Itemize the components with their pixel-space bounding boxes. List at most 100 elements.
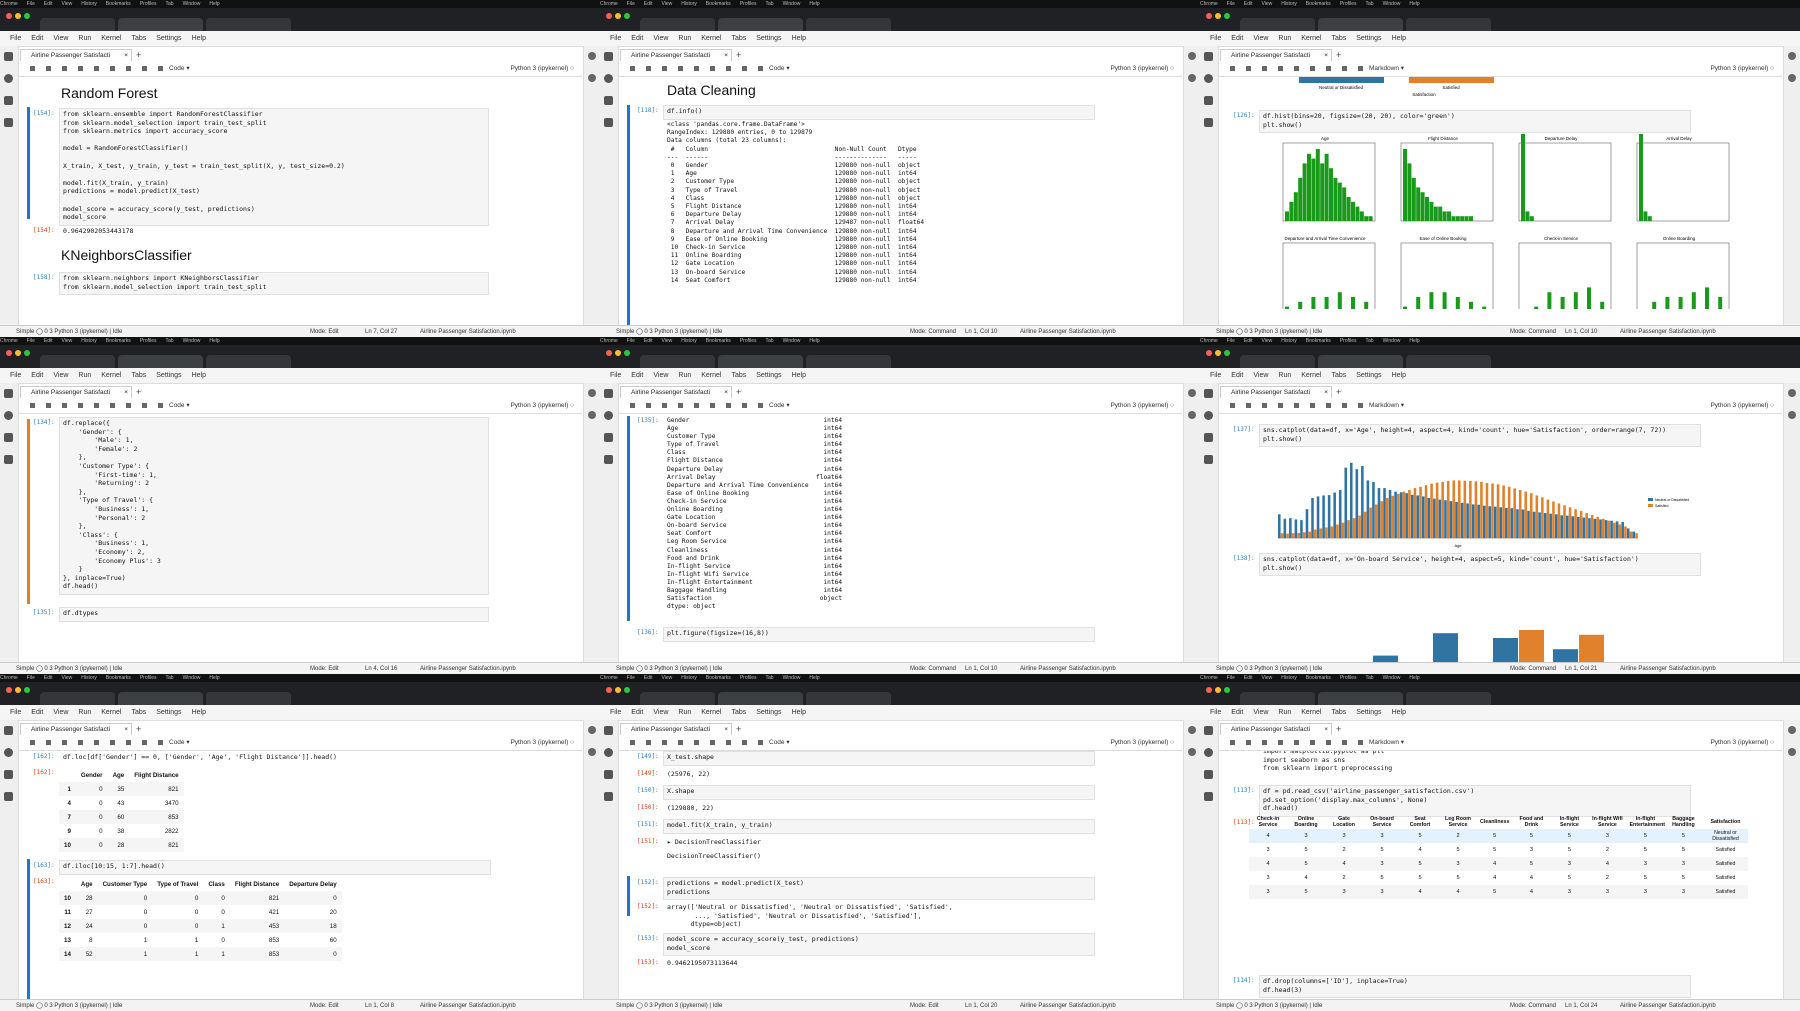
mac-menu-item[interactable]: Edit (644, 675, 653, 681)
mac-menu-item[interactable]: Bookmarks (106, 1, 131, 7)
toc-icon[interactable] (1204, 770, 1213, 779)
toc-icon[interactable] (4, 770, 13, 779)
cut-icon[interactable] (62, 739, 67, 745)
minimize-window-icon[interactable] (15, 350, 21, 356)
code-line[interactable]: model.fit(X_train, y_train) (667, 821, 773, 830)
close-tab-icon[interactable]: × (124, 724, 128, 735)
toc-icon[interactable] (604, 433, 613, 442)
mac-menu-item[interactable]: Tab (166, 675, 174, 681)
new-tab-plus-icon[interactable]: + (1336, 386, 1341, 398)
menu-item[interactable]: Run (78, 372, 91, 379)
fast-forward-icon[interactable] (758, 65, 763, 71)
browser-tab[interactable] (1406, 355, 1491, 368)
mac-menu-item[interactable]: Chrome (0, 675, 18, 681)
mac-menu-item[interactable]: History (681, 1, 697, 7)
kernel-name[interactable]: Python 3 (ipykernel) ○ (1110, 736, 1174, 750)
code-cell-editor[interactable] (663, 785, 1095, 800)
close-window-icon[interactable] (606, 350, 612, 356)
folder-icon[interactable] (604, 52, 613, 61)
cell-type-select[interactable]: Code ▾ (769, 736, 790, 750)
mac-menu-item[interactable]: File (27, 338, 35, 344)
mac-menu-item[interactable]: Tab (766, 1, 774, 7)
browser-tab-active[interactable] (1318, 18, 1403, 31)
menu-item[interactable]: Settings (1356, 709, 1381, 716)
mac-menu-item[interactable]: View (661, 675, 672, 681)
mac-menu-item[interactable]: Bookmarks (1306, 675, 1331, 681)
restart-icon[interactable] (1342, 65, 1347, 71)
debugger-icon[interactable] (1188, 74, 1196, 82)
browser-tab[interactable] (40, 18, 115, 31)
browser-tab[interactable] (1240, 355, 1315, 368)
menu-item[interactable]: Kernel (1301, 709, 1321, 716)
browser-tab[interactable] (806, 355, 891, 368)
mac-menu-item[interactable]: Profiles (740, 675, 757, 681)
menu-item[interactable]: Run (678, 372, 691, 379)
menu-item[interactable]: File (1210, 709, 1221, 716)
new-tab-plus-icon[interactable]: + (136, 49, 141, 61)
mac-menu-item[interactable]: View (61, 1, 72, 7)
paste-icon[interactable] (94, 402, 99, 408)
mac-menu-item[interactable]: Tab (766, 338, 774, 344)
toc-icon[interactable] (604, 96, 613, 105)
folder-icon[interactable] (604, 389, 613, 398)
save-icon[interactable] (30, 402, 35, 408)
menu-item[interactable]: Edit (31, 35, 43, 42)
code-line[interactable]: X.shape (667, 787, 694, 796)
mac-menu-item[interactable]: Help (209, 338, 219, 344)
copy-icon[interactable] (78, 739, 83, 745)
stop-icon[interactable] (726, 402, 731, 408)
close-window-icon[interactable] (6, 350, 12, 356)
mac-menu-item[interactable]: File (1227, 338, 1235, 344)
menu-item[interactable]: Help (1392, 372, 1406, 379)
paste-icon[interactable] (1294, 739, 1299, 745)
extension-icon[interactable] (4, 118, 13, 127)
menu-item[interactable]: Settings (756, 35, 781, 42)
running-icon[interactable] (604, 748, 613, 757)
code-predictions[interactable]: predictions = model.predict(X_test) pred… (667, 879, 804, 896)
restart-icon[interactable] (142, 402, 147, 408)
menu-item[interactable]: Edit (1231, 372, 1243, 379)
running-icon[interactable] (1204, 748, 1213, 757)
cut-icon[interactable] (62, 65, 67, 71)
mac-menu-item[interactable]: History (1281, 675, 1297, 681)
stop-icon[interactable] (1326, 65, 1331, 71)
menu-item[interactable]: Edit (1231, 709, 1243, 716)
mac-menu-item[interactable]: Window (183, 1, 201, 7)
notebook-tab[interactable]: Airline Passenger Satisfacti × (1220, 386, 1332, 398)
menu-item[interactable]: Edit (631, 372, 643, 379)
mac-menu-item[interactable]: Bookmarks (706, 1, 731, 7)
debugger-icon[interactable] (1188, 411, 1196, 419)
cell-type-select[interactable]: Code ▾ (769, 62, 790, 76)
copy-icon[interactable] (78, 402, 83, 408)
menu-item[interactable]: Edit (631, 35, 643, 42)
close-window-icon[interactable] (6, 13, 12, 19)
mac-menu-item[interactable]: Window (1383, 1, 1401, 7)
menu-item[interactable]: Kernel (701, 35, 721, 42)
menu-item[interactable]: Tabs (1331, 35, 1346, 42)
browser-tab[interactable] (1406, 18, 1491, 31)
minimize-window-icon[interactable] (15, 687, 21, 693)
fast-forward-icon[interactable] (758, 739, 763, 745)
kernel-name[interactable]: Python 3 (ipykernel) ○ (510, 736, 574, 750)
browser-tab[interactable] (806, 692, 891, 705)
browser-tab-active[interactable] (1318, 692, 1403, 705)
copy-icon[interactable] (678, 65, 683, 71)
code-read-csv[interactable]: df = pd.read_csv('airline_passenger_sati… (1263, 787, 1474, 813)
mac-menu-item[interactable]: Help (1409, 675, 1419, 681)
menu-item[interactable]: Run (78, 35, 91, 42)
property-inspector-icon[interactable] (1788, 52, 1796, 60)
property-inspector-icon[interactable] (1188, 389, 1196, 397)
save-icon[interactable] (30, 65, 35, 71)
mac-menu-item[interactable]: History (81, 675, 97, 681)
folder-icon[interactable] (604, 726, 613, 735)
browser-tab-active[interactable] (718, 18, 803, 31)
minimize-window-icon[interactable] (615, 350, 621, 356)
mac-menu-item[interactable]: Window (1383, 338, 1401, 344)
close-tab-icon[interactable]: × (124, 387, 128, 398)
debugger-icon[interactable] (1788, 411, 1796, 419)
mac-menu-item[interactable]: Help (809, 338, 819, 344)
stop-icon[interactable] (1326, 739, 1331, 745)
stop-icon[interactable] (126, 65, 131, 71)
mac-menu-item[interactable]: History (1281, 338, 1297, 344)
menu-item[interactable]: Kernel (1301, 372, 1321, 379)
